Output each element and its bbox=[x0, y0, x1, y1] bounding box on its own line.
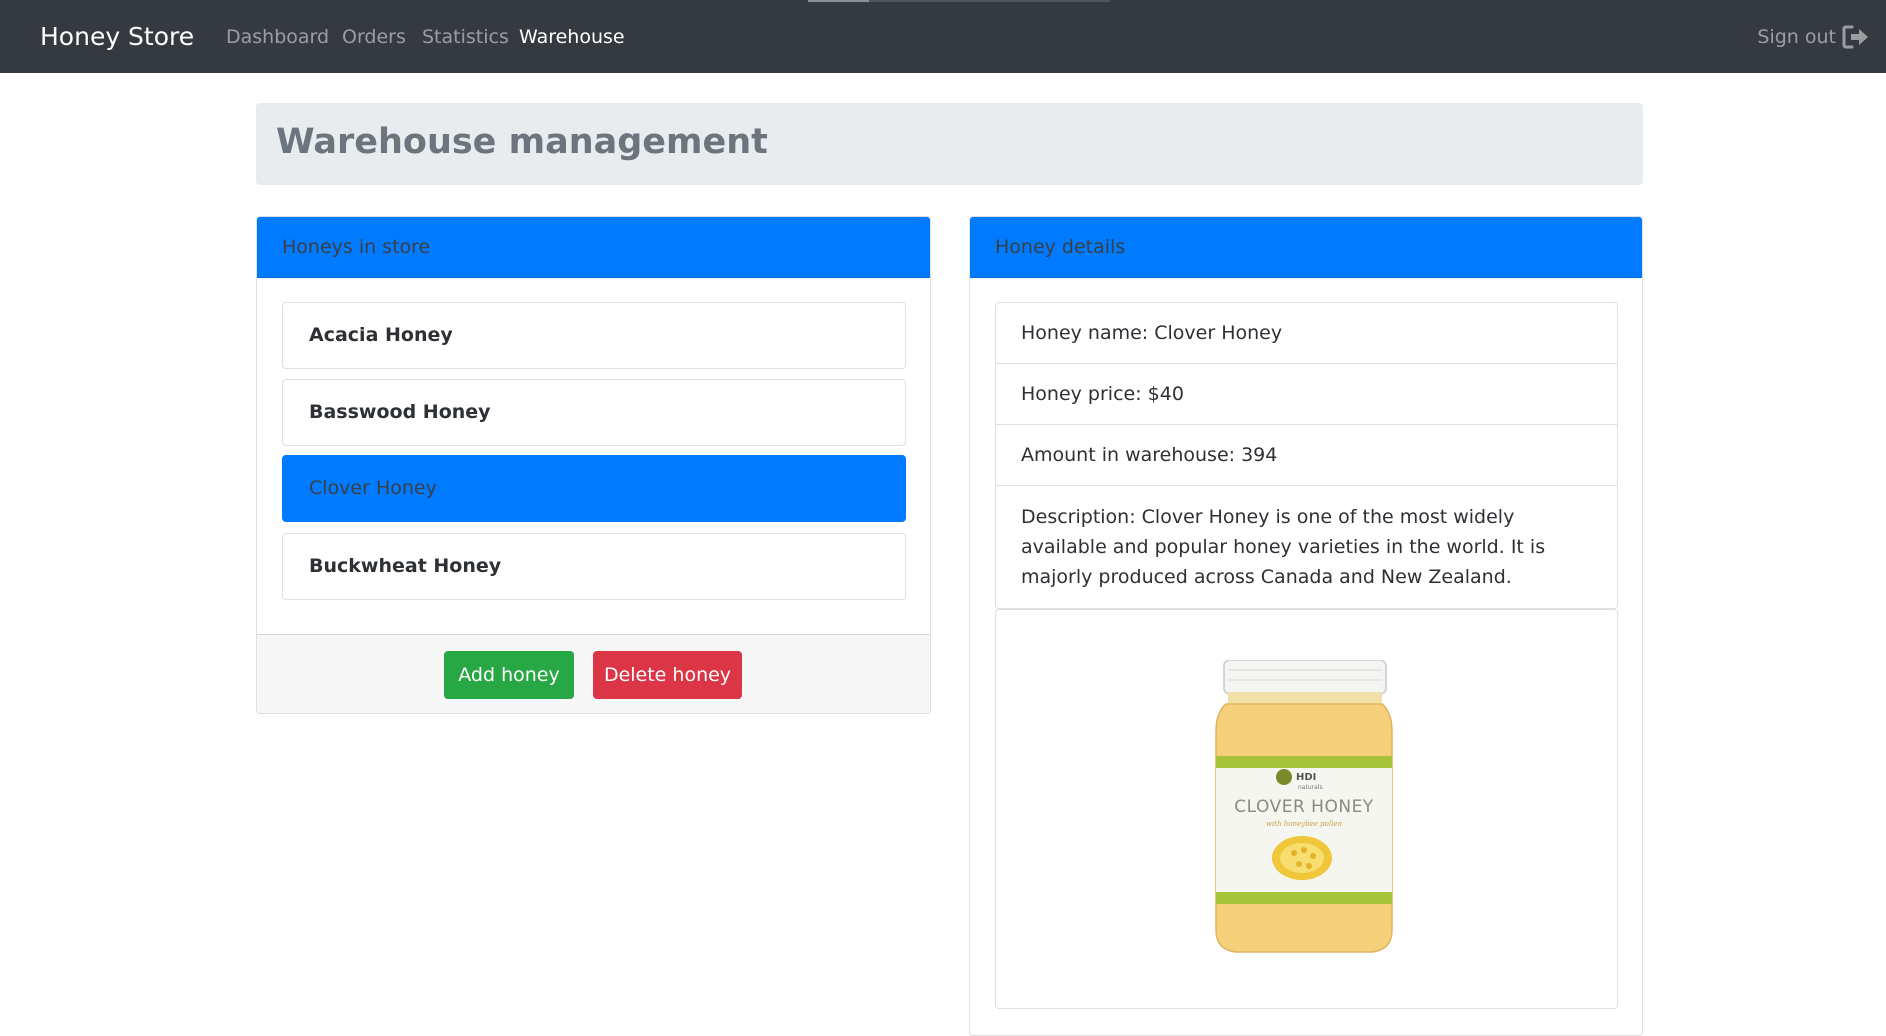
honey-name-row: Honey name: Clover Honey bbox=[996, 303, 1617, 364]
honeys-card-title: Honeys in store bbox=[282, 236, 431, 258]
honey-list-item-buckwheat[interactable]: Buckwheat Honey bbox=[282, 533, 906, 600]
honey-list-item-basswood[interactable]: Basswood Honey bbox=[282, 379, 906, 446]
svg-text:naturals: naturals bbox=[1298, 784, 1323, 791]
honeys-card-header: Honeys in store bbox=[257, 217, 930, 278]
honey-list-item-label: Clover Honey bbox=[309, 477, 437, 499]
svg-text:CLOVER HONEY: CLOVER HONEY bbox=[1234, 797, 1374, 817]
honey-amount-row: Amount in warehouse: 394 bbox=[996, 425, 1617, 486]
details-card-header: Honey details bbox=[970, 217, 1642, 278]
honeys-card-footer: Add honey Delete honey bbox=[257, 634, 930, 713]
honey-list-item-acacia[interactable]: Acacia Honey bbox=[282, 302, 906, 369]
honey-price-row: Honey price: $40 bbox=[996, 364, 1617, 425]
nav-link-orders[interactable]: Orders bbox=[342, 25, 406, 49]
honey-description-row: Description: Clover Honey is one of the … bbox=[1021, 506, 1546, 588]
honey-details-list: Honey name: Clover Honey Honey price: $4… bbox=[995, 302, 1618, 609]
delete-honey-button[interactable]: Delete honey bbox=[593, 651, 742, 699]
add-honey-button[interactable]: Add honey bbox=[444, 651, 574, 699]
nav-link-dashboard[interactable]: Dashboard bbox=[226, 25, 329, 49]
brand-link[interactable]: Honey Store bbox=[40, 22, 194, 52]
page-title: Warehouse management bbox=[276, 122, 768, 162]
honey-list-item-label: Basswood Honey bbox=[309, 401, 491, 423]
honey-image-box: HDI naturals CLOVER HONEY with honeybee … bbox=[995, 609, 1618, 1009]
loading-bar bbox=[808, 0, 1110, 2]
honey-details-card: Honey details Honey name: Clover Honey H… bbox=[969, 216, 1643, 1036]
honey-list-item-clover[interactable]: Clover Honey bbox=[282, 455, 906, 522]
honey-jar-image: HDI naturals CLOVER HONEY with honeybee … bbox=[1215, 660, 1393, 953]
svg-text:HDI: HDI bbox=[1296, 772, 1316, 783]
honey-list-item-label: Acacia Honey bbox=[309, 324, 453, 346]
sign-out-icon bbox=[1842, 25, 1868, 49]
top-navbar: Honey Store Dashboard Orders Statistics … bbox=[0, 0, 1886, 73]
nav-link-warehouse[interactable]: Warehouse bbox=[519, 25, 625, 49]
nav-link-statistics[interactable]: Statistics bbox=[422, 25, 509, 49]
details-card-title: Honey details bbox=[995, 236, 1126, 258]
svg-text:with honeybee pollen: with honeybee pollen bbox=[1266, 820, 1342, 828]
honey-list-item-label: Buckwheat Honey bbox=[309, 555, 502, 577]
page-header: Warehouse management bbox=[256, 103, 1643, 185]
honeys-in-store-card: Honeys in store Acacia Honey Basswood Ho… bbox=[256, 216, 931, 714]
sign-out-button[interactable]: Sign out bbox=[1757, 25, 1869, 49]
sign-out-label: Sign out bbox=[1757, 26, 1836, 48]
